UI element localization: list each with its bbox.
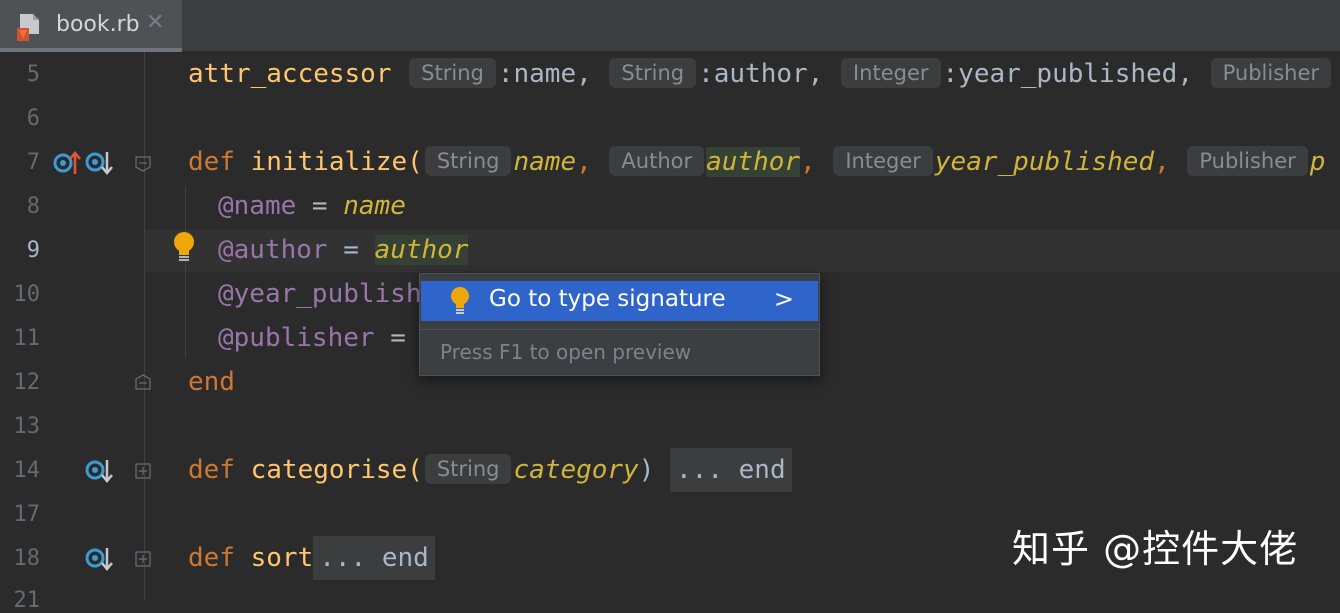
watermark: 知乎 @控件大佬 xyxy=(1012,527,1299,571)
line-number: 21 xyxy=(13,588,41,613)
lightbulb-icon xyxy=(451,287,469,314)
type-hint: Publisher xyxy=(1187,146,1308,176)
line-number: 13 xyxy=(13,414,41,439)
line-number: 18 xyxy=(13,546,41,571)
gutter-divider xyxy=(144,52,145,600)
ruby-file-icon xyxy=(17,14,39,41)
type-signature-icon[interactable] xyxy=(84,544,114,574)
type-signature-icon[interactable] xyxy=(84,456,114,486)
instance-variable: @year_publish xyxy=(218,279,422,309)
line-number: 10 xyxy=(13,282,41,307)
keyword: def xyxy=(188,147,235,177)
tab-label: book.rb xyxy=(56,12,140,37)
keyword: end xyxy=(188,367,235,397)
param: p xyxy=(1309,147,1326,177)
popup-hint: Press F1 to open preview xyxy=(440,340,692,364)
implements-method-icon[interactable] xyxy=(52,148,82,178)
type-hint: Integer xyxy=(840,58,941,88)
comma: , xyxy=(1154,147,1170,177)
type-hint: String xyxy=(609,58,697,88)
paren: ) xyxy=(638,455,655,485)
line-number: 8 xyxy=(26,194,40,219)
intention-actions-popup: Go to type signature > Press F1 to open … xyxy=(419,273,820,376)
close-icon[interactable]: ✕ xyxy=(146,10,164,35)
folded-region[interactable]: ... end xyxy=(670,448,792,492)
type-signature-icon[interactable] xyxy=(84,148,114,178)
method-name: initialize( xyxy=(250,147,423,177)
symbol: :year_published, xyxy=(942,59,1193,89)
type-hint: Publisher xyxy=(1210,58,1332,88)
line-number: 14 xyxy=(13,458,41,483)
param: year_published xyxy=(934,147,1155,177)
instance-variable: @author xyxy=(218,235,328,265)
fold-collapse-icon[interactable] xyxy=(135,156,151,172)
code-line-12: end xyxy=(188,360,235,404)
line-number: 6 xyxy=(26,106,40,131)
code-line-8: @name = name xyxy=(218,184,406,228)
operator: = xyxy=(327,235,375,265)
lightbulb-icon[interactable] xyxy=(171,231,197,263)
line-number: 7 xyxy=(26,150,40,175)
keyword: def xyxy=(188,455,235,485)
chevron-right-icon[interactable]: > xyxy=(774,285,794,313)
code-line-5: attr_accessor String:name, String:author… xyxy=(188,52,1333,96)
folded-region[interactable]: ... end xyxy=(313,536,435,580)
line-number-current: 9 xyxy=(26,238,40,263)
code-line-7: def initialize(String name, Author author,… xyxy=(188,140,1325,184)
line-number: 12 xyxy=(13,370,41,395)
code-line-11: @publisher = xyxy=(218,316,406,360)
fold-end-icon[interactable] xyxy=(135,374,151,390)
type-hint: String xyxy=(424,146,512,176)
instance-variable: @name xyxy=(218,191,297,221)
code-line-9: @author = author xyxy=(218,228,469,272)
tab-book-rb[interactable]: book.rb ✕ xyxy=(0,0,182,52)
line-number: 17 xyxy=(13,502,41,527)
popup-item-label: Go to type signature xyxy=(489,286,726,312)
indent-guide xyxy=(185,186,186,358)
code-line-14: def categorise(String category) ... end xyxy=(188,448,792,492)
method-call: attr_accessor xyxy=(188,59,392,89)
comma: , xyxy=(800,147,816,177)
type-hint: Author xyxy=(609,146,705,176)
type-hint: String xyxy=(409,58,496,88)
keyword: def xyxy=(188,543,235,573)
line-number: 11 xyxy=(13,326,41,351)
code-line-18: def sort... end xyxy=(188,536,435,580)
comma: , xyxy=(576,147,592,177)
param: name xyxy=(343,191,406,221)
line-number: 5 xyxy=(26,62,40,87)
editor-tab-bar: book.rb ✕ xyxy=(0,0,1340,52)
operator: = xyxy=(374,323,406,353)
fold-expand-icon[interactable] xyxy=(135,463,151,479)
symbol: :author, xyxy=(698,59,824,89)
fold-expand-icon[interactable] xyxy=(135,551,151,567)
symbol: :name, xyxy=(497,59,592,89)
param-highlighted: author xyxy=(706,147,801,177)
method-name: sort xyxy=(250,543,314,573)
operator: = xyxy=(296,191,344,221)
type-hint: Integer xyxy=(833,146,933,176)
divider xyxy=(420,329,819,330)
type-hint: String xyxy=(424,454,512,484)
go-to-type-signature-item[interactable]: Go to type signature > xyxy=(421,281,818,321)
instance-variable: @publisher xyxy=(218,323,375,353)
param-highlighted: author xyxy=(374,235,469,265)
method-name: categorise( xyxy=(250,455,423,485)
code-line-10: @year_publish xyxy=(218,272,422,316)
param: category xyxy=(513,455,639,485)
param: name xyxy=(513,147,577,177)
